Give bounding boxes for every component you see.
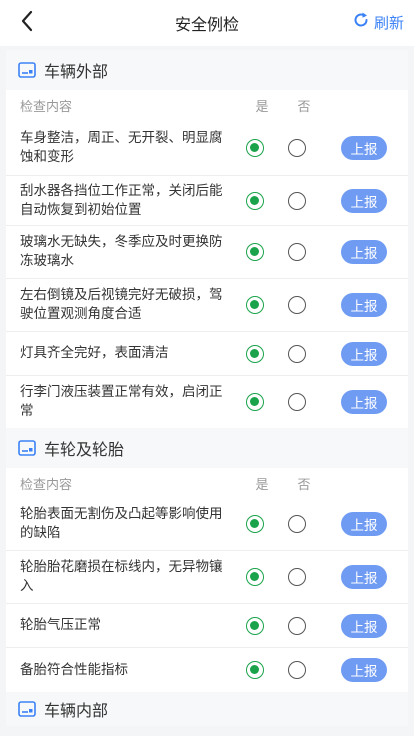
radio-unchecked-icon — [288, 138, 306, 157]
check-item-text: 轮胎表面无割伤及凸起等影响使用的缺陷 — [20, 506, 223, 541]
report-button[interactable]: 上报 — [341, 293, 387, 317]
radio-checked-icon — [246, 296, 264, 314]
report-button[interactable]: 上报 — [341, 240, 387, 264]
radio-checked-icon — [246, 191, 264, 210]
report-button[interactable]: 上报 — [341, 613, 387, 638]
section-title: 车轮及轮胎 — [44, 440, 125, 459]
yes-radio[interactable] — [244, 137, 266, 159]
no-radio[interactable] — [286, 294, 308, 316]
no-radio[interactable] — [286, 513, 308, 535]
checklist-content: 车辆外部 检查内容 是 否 车身整洁，周正、无开裂、明显腐蚀和变形 上报 刮水器… — [6, 50, 408, 726]
radio-checked-icon — [246, 393, 264, 411]
table-row: 玻璃水无缺失，冬季应及时更换防冻玻璃水 上报 — [6, 226, 408, 279]
table-row: 刮水器各挡位工作正常，关闭后能自动恢复到初始位置 上报 — [6, 176, 408, 226]
no-radio[interactable] — [286, 615, 308, 637]
section-wheels-tires: 车轮及轮胎 检查内容 是 否 轮胎表面无割伤及凸起等影响使用的缺陷 上报 轮胎胎… — [6, 428, 408, 692]
radio-checked-icon — [246, 138, 264, 157]
yes-radio[interactable] — [244, 241, 266, 263]
id-card-icon — [18, 440, 36, 456]
report-button[interactable]: 上报 — [341, 135, 387, 160]
report-button[interactable]: 上报 — [341, 658, 387, 682]
id-card-icon — [18, 62, 36, 78]
section-header: 车轮及轮胎 — [6, 428, 408, 468]
table-row: 轮胎气压正常 上报 — [6, 604, 408, 648]
refresh-label: 刷新 — [373, 13, 404, 32]
table-row: 轮胎表面无割伤及凸起等影响使用的缺陷 上报 — [6, 498, 408, 551]
section-header: 车辆内部 — [6, 692, 408, 726]
radio-checked-icon — [246, 616, 264, 635]
check-item-text: 车身整洁，周正、无开裂、明显腐蚀和变形 — [20, 129, 223, 165]
check-item-text: 行李门液压装置正常有效，启闭正常 — [20, 384, 223, 419]
radio-checked-icon — [246, 515, 264, 533]
table-row: 车身整洁，周正、无开裂、明显腐蚀和变形 上报 — [6, 120, 408, 176]
radio-unchecked-icon — [288, 616, 306, 635]
no-radio[interactable] — [286, 566, 308, 588]
no-radio[interactable] — [286, 391, 308, 413]
column-content-label: 检查内容 — [20, 99, 73, 115]
column-no-label: 否 — [297, 477, 311, 493]
radio-unchecked-icon — [288, 243, 306, 261]
radio-checked-icon — [246, 344, 264, 363]
radio-checked-icon — [246, 568, 264, 586]
check-item-text: 刮水器各挡位工作正常，关闭后能自动恢复到初始位置 — [20, 182, 223, 218]
column-header: 检查内容 是 否 — [6, 468, 408, 498]
top-bar: 安全例检 刷新 — [0, 0, 414, 46]
column-no-label: 否 — [297, 99, 311, 115]
yes-radio[interactable] — [244, 391, 266, 413]
radio-unchecked-icon — [288, 344, 306, 363]
report-button[interactable]: 上报 — [341, 341, 387, 366]
yes-radio[interactable] — [244, 343, 266, 365]
section-title: 车辆内部 — [44, 701, 109, 720]
back-button[interactable] — [14, 10, 40, 36]
no-radio[interactable] — [286, 241, 308, 263]
column-content-label: 检查内容 — [20, 477, 73, 493]
check-item-text: 轮胎气压正常 — [20, 617, 101, 633]
yes-radio[interactable] — [244, 566, 266, 588]
no-radio[interactable] — [286, 343, 308, 365]
radio-unchecked-icon — [288, 393, 306, 411]
radio-unchecked-icon — [288, 568, 306, 586]
check-item-text: 玻璃水无缺失，冬季应及时更换防冻玻璃水 — [20, 234, 223, 269]
refresh-icon — [352, 11, 374, 33]
chevron-left-icon — [20, 10, 34, 36]
report-button[interactable]: 上报 — [341, 390, 387, 414]
id-card-icon — [18, 701, 36, 717]
radio-unchecked-icon — [288, 191, 306, 210]
table-row: 轮胎胎花磨损在标线内，无异物镶入 上报 — [6, 551, 408, 604]
report-button[interactable]: 上报 — [341, 565, 387, 589]
check-item-text: 灯具齐全完好，表面清洁 — [20, 345, 169, 361]
no-radio[interactable] — [286, 137, 308, 159]
section-interior: 车辆内部 — [6, 692, 408, 726]
column-yes-label: 是 — [255, 99, 269, 115]
no-radio[interactable] — [286, 190, 308, 212]
page-title: 安全例检 — [174, 15, 239, 34]
check-item-text: 左右倒镜及后视镜完好无破损，驾驶位置观测角度合适 — [20, 287, 223, 322]
section-exterior: 车辆外部 检查内容 是 否 车身整洁，周正、无开裂、明显腐蚀和变形 上报 刮水器… — [6, 50, 408, 428]
section-header: 车辆外部 — [6, 50, 408, 90]
yes-radio[interactable] — [244, 659, 266, 681]
radio-checked-icon — [246, 661, 264, 679]
report-button[interactable]: 上报 — [341, 188, 387, 213]
radio-checked-icon — [246, 243, 264, 261]
table-row: 行李门液压装置正常有效，启闭正常 上报 — [6, 376, 408, 428]
check-item-text: 轮胎胎花磨损在标线内，无异物镶入 — [20, 559, 223, 594]
table-row: 灯具齐全完好，表面清洁 上报 — [6, 332, 408, 376]
table-row: 左右倒镜及后视镜完好无破损，驾驶位置观测角度合适 上报 — [6, 279, 408, 332]
check-item-text: 备胎符合性能指标 — [20, 661, 128, 678]
report-button[interactable]: 上报 — [341, 512, 387, 536]
no-radio[interactable] — [286, 659, 308, 681]
radio-unchecked-icon — [288, 296, 306, 314]
column-header: 检查内容 是 否 — [6, 90, 408, 120]
radio-unchecked-icon — [288, 661, 306, 679]
yes-radio[interactable] — [244, 294, 266, 316]
column-yes-label: 是 — [255, 477, 269, 493]
yes-radio[interactable] — [244, 615, 266, 637]
section-title: 车辆外部 — [44, 62, 109, 81]
radio-unchecked-icon — [288, 515, 306, 533]
yes-radio[interactable] — [244, 513, 266, 535]
refresh-button[interactable]: 刷新 — [352, 11, 404, 33]
table-row: 备胎符合性能指标 上报 — [6, 648, 408, 692]
yes-radio[interactable] — [244, 190, 266, 212]
